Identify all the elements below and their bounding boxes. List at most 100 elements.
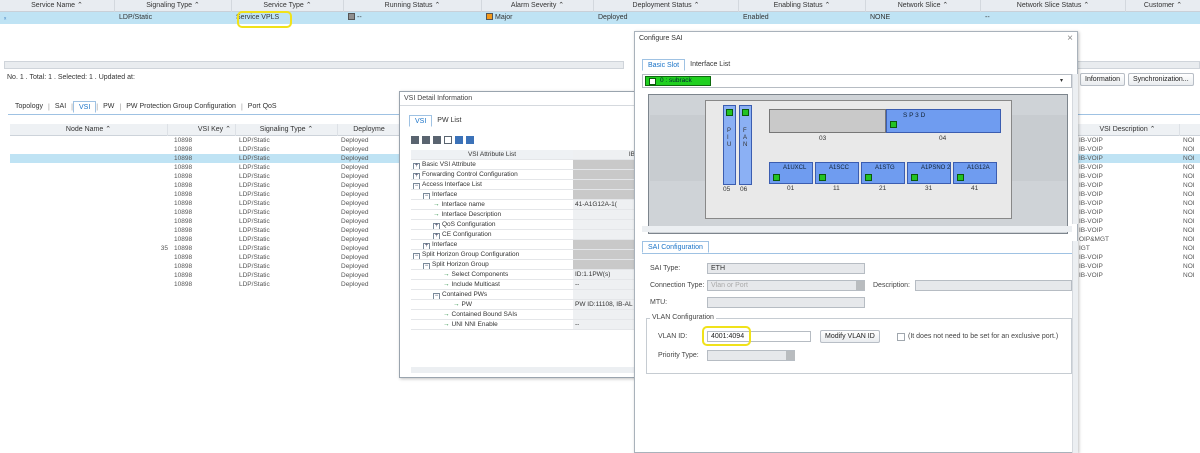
tree-row[interactable]: → UNI NNI Enable -- — [411, 320, 639, 330]
table-row[interactable]: OIP&MGT NOI — [1076, 235, 1200, 244]
table-row[interactable]: IB-VOIP NOI — [1076, 181, 1200, 190]
table-row[interactable]: IB-VOIP NOI — [1076, 190, 1200, 199]
priority-type-select[interactable] — [707, 350, 795, 361]
tab-interface-list[interactable]: Interface List — [685, 59, 735, 71]
tab-basic-slot[interactable]: Basic Slot — [642, 59, 686, 71]
tab-vsi[interactable]: VSI — [72, 101, 97, 113]
slot-a2[interactable]: A1SCC — [815, 162, 859, 184]
slot-a3[interactable]: A1STG — [861, 162, 905, 184]
toolbar-icon-4[interactable] — [444, 136, 452, 144]
exclusive-port-checkbox[interactable] — [897, 333, 905, 341]
close-icon[interactable]: × — [1067, 33, 1073, 44]
tree-row[interactable]: − Split Horizon Group Configuration — [411, 250, 639, 260]
table-row[interactable]: 10898 LDP/Static Deployed — [10, 208, 400, 217]
tree-row[interactable]: + Interface — [411, 240, 639, 250]
table-row[interactable]: IB-VOIP NOI — [1076, 262, 1200, 271]
table-row[interactable]: 10898 LDP/Static Deployed — [10, 154, 400, 163]
subrack-select[interactable]: 0 : subrack ▾ — [642, 74, 1072, 88]
tree-row[interactable]: → Include Multicast -- — [411, 280, 639, 290]
col-vsi-deployment[interactable]: Deployme — [338, 124, 400, 136]
tree-row[interactable]: → Interface Description — [411, 210, 639, 220]
expand-icon[interactable]: + — [413, 163, 420, 169]
table-row[interactable]: 35 10898 LDP/Static Deployed — [10, 244, 400, 253]
col-running-status[interactable]: Running Status ⌃ — [344, 0, 482, 12]
slot-piu[interactable]: P I U — [723, 105, 736, 185]
table-row[interactable]: 10898 LDP/Static Deployed — [10, 280, 400, 289]
table-row[interactable]: 10898 LDP/Static Deployed — [10, 217, 400, 226]
toolbar-icon-5[interactable] — [455, 136, 463, 144]
table-row[interactable]: 10898 LDP/Static Deployed — [10, 226, 400, 235]
table-row[interactable]: IB-VOIP NOI — [1076, 217, 1200, 226]
col-network-slice[interactable]: Network Slice ⌃ — [866, 0, 981, 12]
table-row[interactable]: IB-VOIP NOI — [1076, 145, 1200, 154]
table-row[interactable]: IB-VOIP NOI — [1076, 136, 1200, 145]
slot-a5[interactable]: A1G12A — [953, 162, 997, 184]
col-node-name[interactable]: Node Name ⌃ — [10, 124, 168, 136]
collapse-icon[interactable]: − — [423, 193, 430, 199]
h-scrollbar[interactable] — [4, 61, 624, 69]
col-signaling-type[interactable]: Signaling Type ⌃ — [115, 0, 232, 12]
tab-port-qos[interactable]: Port QoS — [243, 101, 282, 113]
table-row[interactable]: 10898 LDP/Static Deployed — [10, 181, 400, 190]
col-vsi-description[interactable]: VSI Description ⌃ — [1076, 124, 1180, 136]
chevron-down-icon[interactable]: ▾ — [1060, 77, 1063, 84]
expand-icon[interactable]: + — [433, 223, 440, 229]
modify-vlan-id-button[interactable]: Modify VLAN ID — [820, 330, 880, 343]
tree-row[interactable]: → PW PW ID:11108, IB-AL — [411, 300, 639, 310]
tree-row[interactable]: + Forwarding Control Configuration — [411, 170, 639, 180]
tab-sai[interactable]: SAI — [50, 101, 71, 113]
service-row[interactable]: ₓ LDP/Static Service VPLS -- Major Deplo… — [0, 12, 1200, 24]
collapse-icon[interactable]: − — [413, 183, 420, 189]
table-row[interactable]: 10898 LDP/Static Deployed — [10, 163, 400, 172]
tree-row[interactable]: − Split Horizon Group — [411, 260, 639, 270]
tree-row[interactable]: − Access Interface List — [411, 180, 639, 190]
tree-row[interactable]: → Select Components ID:1.1PW(s) — [411, 270, 639, 280]
collapse-icon[interactable]: − — [433, 293, 440, 299]
slot-view-hscroll[interactable] — [642, 226, 1072, 232]
col-vsi-key[interactable]: VSI Key ⌃ — [168, 124, 236, 136]
table-row[interactable]: 10898 LDP/Static Deployed — [10, 253, 400, 262]
tree-row[interactable]: − Contained PWs — [411, 290, 639, 300]
toolbar-icon-3[interactable] — [433, 136, 441, 144]
table-row[interactable]: 10898 LDP/Static Deployed — [10, 136, 400, 145]
priority-type-dropdown[interactable] — [786, 351, 795, 360]
table-row[interactable]: IB-VOIP NOI — [1076, 208, 1200, 217]
slot-03[interactable] — [769, 109, 886, 133]
connection-type-select[interactable]: Vlan or Port — [707, 280, 865, 291]
col-deployment-status[interactable]: Deployment Status ⌃ — [594, 0, 739, 12]
tree-row[interactable]: + Basic VSI Attribute — [411, 160, 639, 170]
expand-icon[interactable]: + — [433, 233, 440, 239]
sai-dialog-vscroll[interactable] — [1072, 241, 1078, 453]
tab-topology[interactable]: Topology — [10, 101, 48, 113]
mtu-field[interactable] — [707, 297, 865, 308]
col-customer[interactable]: Customer ⌃ — [1126, 0, 1200, 12]
connection-type-dropdown[interactable] — [856, 281, 865, 290]
table-row[interactable]: IB-VOIP NOI — [1076, 199, 1200, 208]
tab-pw-list[interactable]: PW List — [432, 115, 466, 127]
col-alarm-severity[interactable]: Alarm Severity ⌃ — [482, 0, 594, 12]
table-row[interactable]: IB-VOIP NOI — [1076, 163, 1200, 172]
collapse-icon[interactable]: − — [423, 263, 430, 269]
expand-icon[interactable]: + — [423, 243, 430, 249]
tree-row[interactable]: + CE Configuration — [411, 230, 639, 240]
table-row[interactable]: IGT NOI — [1076, 244, 1200, 253]
table-row[interactable]: 10898 LDP/Static Deployed — [10, 235, 400, 244]
table-row[interactable]: IB-VOIP NOI — [1076, 154, 1200, 163]
slot-sp3d[interactable]: S P 3 D — [886, 109, 1001, 133]
synchronization-button[interactable]: Synchronization... — [1128, 73, 1194, 86]
toolbar-icon-2[interactable] — [422, 136, 430, 144]
slot-view-scroll[interactable] — [1072, 74, 1078, 224]
slot-a1[interactable]: A1UXCL — [769, 162, 813, 184]
h-scrollbar-right[interactable] — [1075, 61, 1200, 69]
description-field[interactable] — [915, 280, 1072, 291]
table-row[interactable]: 10898 LDP/Static Deployed — [10, 199, 400, 208]
slot-fan[interactable]: F A N — [739, 105, 752, 185]
information-button[interactable]: Information — [1080, 73, 1126, 86]
table-row[interactable]: IB-VOIP NOI — [1076, 172, 1200, 181]
table-row[interactable]: 10898 LDP/Static Deployed — [10, 145, 400, 154]
tree-row[interactable]: → Contained Bound SAIs — [411, 310, 639, 320]
expand-icon[interactable]: + — [413, 173, 420, 179]
col-enabling-status[interactable]: Enabling Status ⌃ — [739, 0, 866, 12]
col-service-name[interactable]: Service Name ⌃ — [0, 0, 115, 12]
table-row[interactable]: 10898 LDP/Static Deployed — [10, 262, 400, 271]
